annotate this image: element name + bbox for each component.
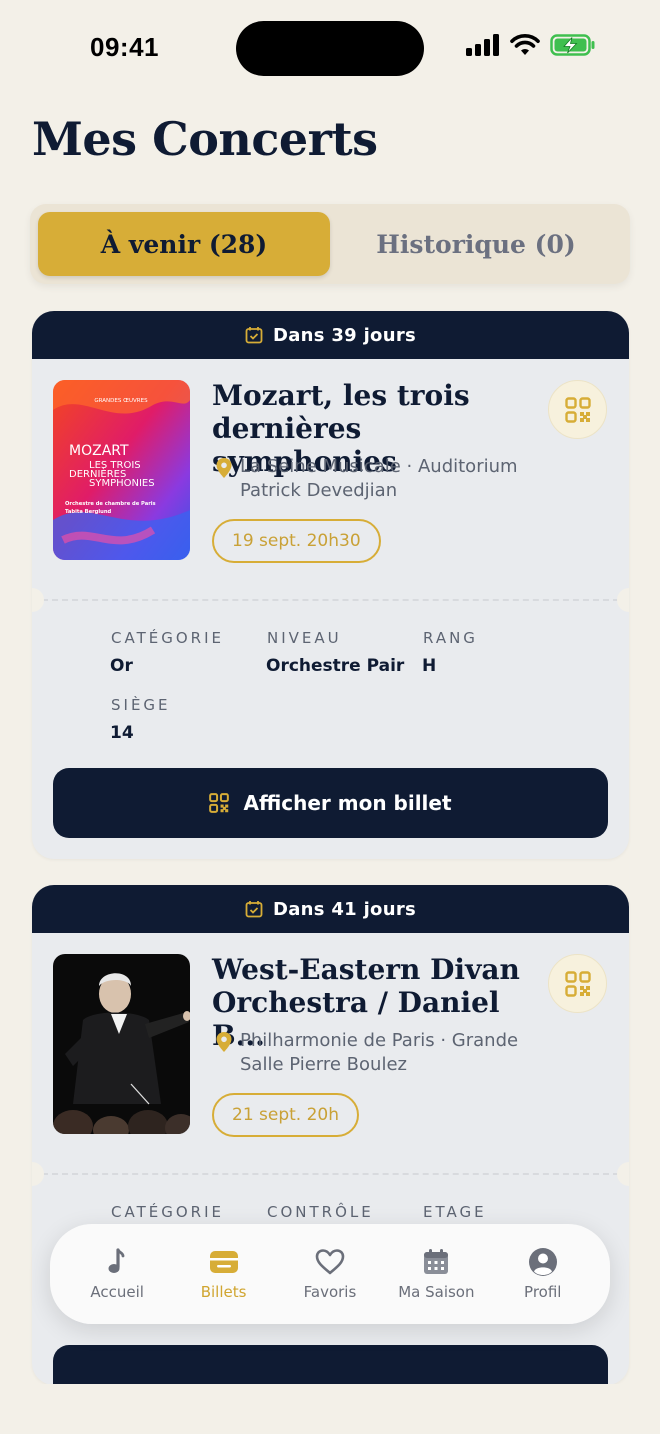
show-ticket-button[interactable] <box>53 1345 608 1385</box>
nav-label: Ma Saison <box>398 1283 475 1301</box>
field-value-row: H <box>422 656 437 676</box>
signal-icon <box>466 34 499 56</box>
tickets-segmented-control: À venir (28) Historique (0) <box>30 204 630 284</box>
nav-label: Billets <box>200 1283 247 1301</box>
conductor-photo <box>53 954 190 1134</box>
field-value-category: Or <box>110 656 133 676</box>
profile-icon <box>528 1248 557 1276</box>
venue-text: La Seine Musicale · Auditorium Patrick D… <box>240 456 518 501</box>
tab-upcoming[interactable]: À venir (28) <box>38 212 330 276</box>
location-pin-icon <box>216 1032 232 1052</box>
venue: La Seine Musicale · Auditorium Patrick D… <box>216 455 540 503</box>
nav-accueil[interactable]: Accueil <box>67 1247 167 1301</box>
field-value-level: Orchestre Pair <box>266 656 405 676</box>
show-ticket-label: Afficher mon billet <box>243 791 452 815</box>
nav-profil[interactable]: Profil <box>493 1247 593 1301</box>
qr-code-icon <box>209 793 230 813</box>
nav-ma-saison[interactable]: Ma Saison <box>386 1247 486 1301</box>
field-label-level: NIVEAU <box>267 629 342 647</box>
page-title: Mes Concerts <box>32 112 378 166</box>
countdown-header: Dans 41 jours <box>32 885 629 933</box>
poster-series: GRANDES ŒUVRES <box>94 398 148 404</box>
field-label-control: CONTRÔLE <box>267 1203 374 1221</box>
nav-billets[interactable]: Billets <box>174 1247 274 1301</box>
venue-text: Philharmonie de Paris · Grande Salle Pie… <box>240 1030 519 1075</box>
poster-credit1: Orchestre de chambre de Paris <box>65 501 156 507</box>
field-label-row: RANG <box>423 629 478 647</box>
countdown-text: Dans 39 jours <box>272 324 417 346</box>
concert-poster: GRANDES ŒUVRES MOZART LES TROIS DERNIÈRE… <box>53 380 190 560</box>
location-pin-icon <box>216 458 232 478</box>
calendar-check-icon <box>245 901 263 918</box>
poster-line1: MOZART <box>69 443 129 459</box>
field-label-category: CATÉGORIE <box>111 629 224 647</box>
countdown-header: Dans 39 jours <box>32 311 629 359</box>
heart-icon <box>315 1249 345 1275</box>
show-ticket-button[interactable]: Afficher mon billet <box>53 768 608 838</box>
poster-line4: SYMPHONIES <box>89 478 155 489</box>
qr-code-icon <box>564 970 591 997</box>
countdown-text: Dans 41 jours <box>272 898 417 920</box>
date-badge: 19 sept. 20h30 <box>212 519 381 563</box>
poster-credit2: Tabita Berglund <box>65 509 112 515</box>
status-bar: 09:41 <box>0 0 660 96</box>
field-label-category: CATÉGORIE <box>111 1203 224 1221</box>
calendar-icon <box>424 1249 449 1274</box>
concert-card[interactable]: Dans 39 jours GRANDES ŒUVRES MOZART LES … <box>32 311 629 859</box>
status-time: 09:41 <box>90 32 159 62</box>
dynamic-island <box>236 21 424 76</box>
seat-details: CATÉGORIE Or NIVEAU Orchestre Pair RANG … <box>32 601 629 849</box>
qr-code-button[interactable] <box>548 954 607 1013</box>
bottom-safe-area <box>0 1384 660 1434</box>
qr-code-icon <box>564 396 591 423</box>
field-label-floor: ETAGE <box>423 1203 487 1221</box>
nav-label: Favoris <box>303 1283 357 1301</box>
calendar-check-icon <box>245 327 263 344</box>
wifi-icon <box>510 34 540 55</box>
qr-code-button[interactable] <box>548 380 607 439</box>
card-body: GRANDES ŒUVRES MOZART LES TROIS DERNIÈRE… <box>32 359 629 599</box>
date-badge: 21 sept. 20h <box>212 1093 360 1137</box>
nav-label: Profil <box>524 1283 562 1301</box>
nav-label: Accueil <box>90 1283 144 1301</box>
battery-charging-icon <box>550 34 595 56</box>
status-icons <box>466 34 596 56</box>
field-value-seat: 14 <box>110 723 134 743</box>
tab-history[interactable]: Historique (0) <box>330 212 622 276</box>
card-body: West-Eastern Divan Orchestra / Daniel B.… <box>32 933 629 1173</box>
bottom-tab-bar: Accueil Billets Favoris Ma Saison Profil <box>50 1224 610 1324</box>
music-note-icon <box>108 1248 125 1273</box>
venue: Philharmonie de Paris · Grande Salle Pie… <box>216 1029 540 1077</box>
ticket-icon <box>209 1251 238 1273</box>
nav-favoris[interactable]: Favoris <box>280 1247 380 1301</box>
field-label-seat: SIÈGE <box>111 696 171 714</box>
